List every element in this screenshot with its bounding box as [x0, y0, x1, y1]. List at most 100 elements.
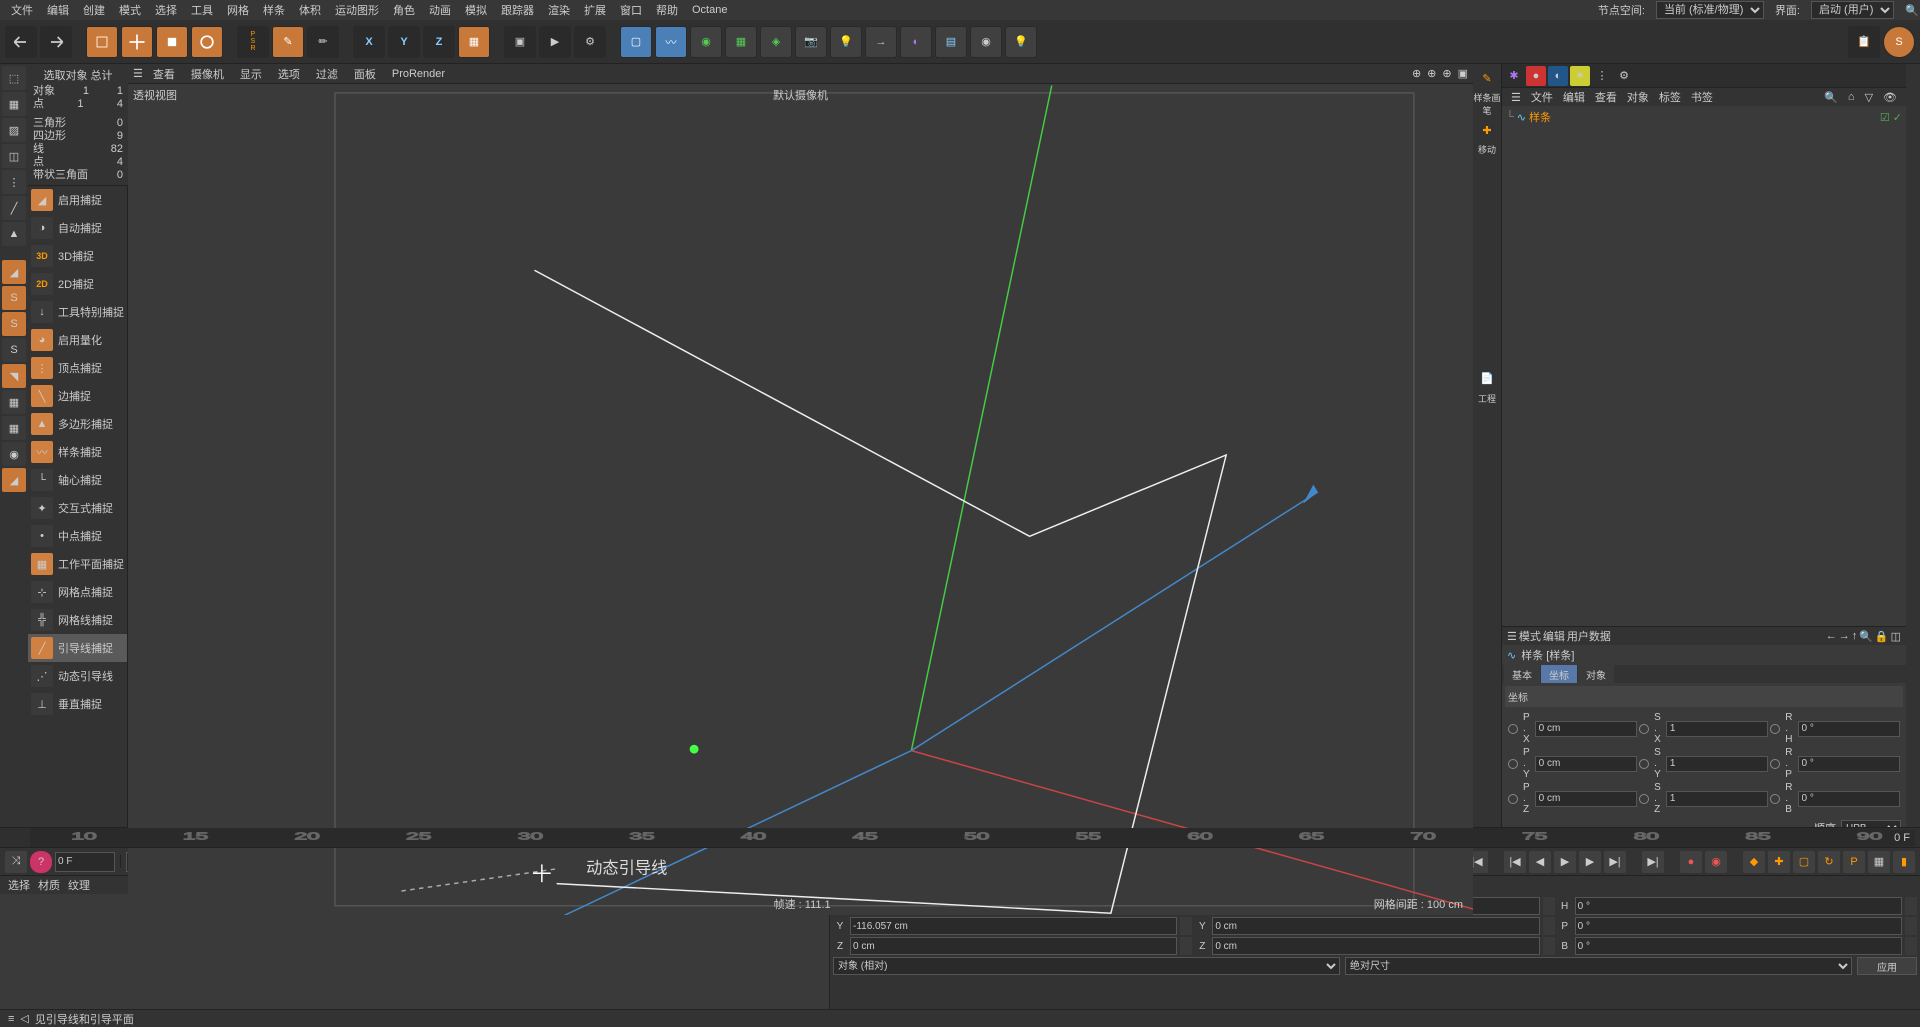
sx-anim[interactable] — [1639, 724, 1649, 734]
am-mode[interactable]: 模式 — [1519, 628, 1541, 644]
vp-panel[interactable]: 面板 — [348, 64, 382, 84]
rb-record-icon[interactable]: ● — [1526, 66, 1546, 86]
tab-object[interactable]: 对象 — [1578, 665, 1614, 683]
am-lock-icon[interactable]: 🔒 — [1875, 630, 1889, 643]
snap-group-4[interactable]: S — [2, 338, 26, 362]
menu-edit[interactable]: 编辑 — [41, 0, 75, 20]
om-bookmarks[interactable]: 书签 — [1687, 88, 1717, 106]
menu-character[interactable]: 角色 — [387, 0, 421, 20]
vp-nav-icon-1[interactable]: ⊕ — [1412, 67, 1421, 80]
om-file[interactable]: 文件 — [1527, 88, 1557, 106]
snap-group-1[interactable]: ◢ — [2, 260, 26, 284]
psr-toggle[interactable]: PSR — [237, 26, 269, 58]
snap-vertex[interactable]: ⋮顶点捕捉 — [28, 354, 127, 382]
render-toggle[interactable]: ✓ — [1893, 111, 1902, 124]
add-spline[interactable]: 〰 — [655, 26, 687, 58]
key-anim[interactable]: ▮ — [1893, 851, 1915, 873]
vp-nav-icon-3[interactable]: ⊕ — [1442, 67, 1451, 80]
sz-input[interactable] — [1666, 791, 1768, 807]
spline-pen-tool[interactable]: ✎ — [1476, 67, 1498, 89]
snap-dynamic-guide[interactable]: ⋰动态引导线 — [28, 662, 127, 690]
am-new-icon[interactable]: ◫ — [1891, 630, 1901, 643]
add-floor[interactable]: ▤ — [935, 26, 967, 58]
prev-key[interactable]: |◀ — [1504, 851, 1526, 873]
menu-simulate[interactable]: 模拟 — [459, 0, 493, 20]
om-eye-icon[interactable]: 👁 — [1879, 90, 1901, 105]
goto-end[interactable]: ▶| — [1642, 851, 1664, 873]
add-light2[interactable]: 💡 — [1005, 26, 1037, 58]
add-scene[interactable]: ◉ — [970, 26, 1002, 58]
rotate-tool[interactable] — [191, 26, 223, 58]
snap-polygon[interactable]: ▲多边形捕捉 — [28, 410, 127, 438]
om-object[interactable]: 对象 — [1623, 88, 1653, 106]
prev-frame[interactable]: ◀ — [1529, 851, 1551, 873]
menu-file[interactable]: 文件 — [5, 0, 39, 20]
snap-guide[interactable]: ╱引导线捕捉 — [28, 634, 127, 662]
vp-nav-icon-4[interactable]: ▣ — [1458, 67, 1468, 80]
snap-spline[interactable]: 〰样条捕捉 — [28, 438, 127, 466]
om-view[interactable]: 查看 — [1591, 88, 1621, 106]
tree-expand-icon[interactable]: └ — [1506, 111, 1514, 123]
menu-spline[interactable]: 样条 — [257, 0, 291, 20]
pz-input[interactable] — [1535, 791, 1637, 807]
rb-sun-icon[interactable]: ☀ — [1570, 66, 1590, 86]
key-sel[interactable]: ◆ — [1743, 851, 1765, 873]
vp-view[interactable]: 查看 — [147, 64, 181, 84]
autokey[interactable]: ◉ — [1705, 851, 1727, 873]
snap-perpendicular[interactable]: ⊥垂直捕捉 — [28, 690, 127, 718]
visibility-toggle[interactable]: ☑ — [1880, 111, 1890, 124]
object-mode[interactable]: ▦ — [2, 92, 26, 116]
menu-mograph[interactable]: 运动图形 — [329, 0, 385, 20]
apply-button[interactable]: 应用 — [1857, 957, 1917, 975]
tab-coord[interactable]: 坐标 — [1541, 665, 1577, 683]
mat-select[interactable]: 选择 — [8, 877, 30, 893]
edge-mode[interactable]: ╱ — [2, 196, 26, 220]
order-select[interactable]: HPB — [1841, 820, 1901, 827]
sy-input[interactable] — [1666, 756, 1768, 772]
vp-nav-icon-2[interactable]: ⊕ — [1427, 67, 1436, 80]
snap-enable[interactable]: ◢启用捕捉 — [28, 186, 127, 214]
shuffle-icon[interactable]: ⤨ — [5, 851, 27, 873]
scale-tool[interactable] — [156, 26, 188, 58]
am-up-icon[interactable]: ↑ — [1852, 630, 1858, 642]
coord-size-select[interactable]: 绝对尺寸 — [1345, 957, 1852, 975]
om-search-icon[interactable]: 🔍 — [1820, 90, 1842, 105]
menu-extensions[interactable]: 扩展 — [578, 0, 612, 20]
mat-material[interactable]: 材质 — [38, 877, 60, 893]
pos-y[interactable] — [850, 917, 1177, 935]
rb-aperture-icon[interactable]: ✱ — [1504, 66, 1524, 86]
rb-input[interactable] — [1798, 791, 1900, 807]
sz-anim[interactable] — [1639, 794, 1649, 804]
help-icon[interactable]: ? — [30, 851, 52, 873]
menu-tool[interactable]: 工具 — [185, 0, 219, 20]
record-key[interactable]: ● — [1680, 851, 1702, 873]
menu-select[interactable]: 选择 — [149, 0, 183, 20]
sy-anim[interactable] — [1639, 759, 1649, 769]
py-input[interactable] — [1535, 756, 1637, 772]
project-icon[interactable]: 📄 — [1476, 368, 1498, 390]
frame-start[interactable] — [55, 852, 115, 872]
py-anim[interactable] — [1508, 759, 1518, 769]
select-tool[interactable] — [86, 26, 118, 58]
snap-group-5[interactable]: ◥ — [2, 364, 26, 388]
rp-anim[interactable] — [1770, 759, 1780, 769]
vp-hamburger-icon[interactable]: ☰ — [133, 67, 143, 80]
key-pla[interactable]: ▦ — [1868, 851, 1890, 873]
snap-gridline[interactable]: ╬网格线捕捉 — [28, 606, 127, 634]
vp-options[interactable]: 选项 — [272, 64, 306, 84]
pos-z[interactable] — [850, 937, 1177, 955]
key-scale[interactable]: ▢ — [1793, 851, 1815, 873]
next-frame[interactable]: ▶ — [1579, 851, 1601, 873]
play[interactable]: ▶ — [1554, 851, 1576, 873]
key-param[interactable]: P — [1843, 851, 1865, 873]
snap-group-7[interactable]: ▦ — [2, 416, 26, 440]
locked-tool[interactable]: ✏ — [307, 26, 339, 58]
menu-mesh[interactable]: 网格 — [221, 0, 255, 20]
sx-input[interactable] — [1666, 721, 1768, 737]
add-deformer[interactable]: ▦ — [725, 26, 757, 58]
rh-input[interactable] — [1798, 721, 1900, 737]
om-filter-icon[interactable]: ▽ — [1861, 90, 1877, 105]
key-rot[interactable]: ↻ — [1818, 851, 1840, 873]
px-input[interactable] — [1535, 721, 1637, 737]
am-fwd-icon[interactable]: → — [1839, 630, 1850, 642]
